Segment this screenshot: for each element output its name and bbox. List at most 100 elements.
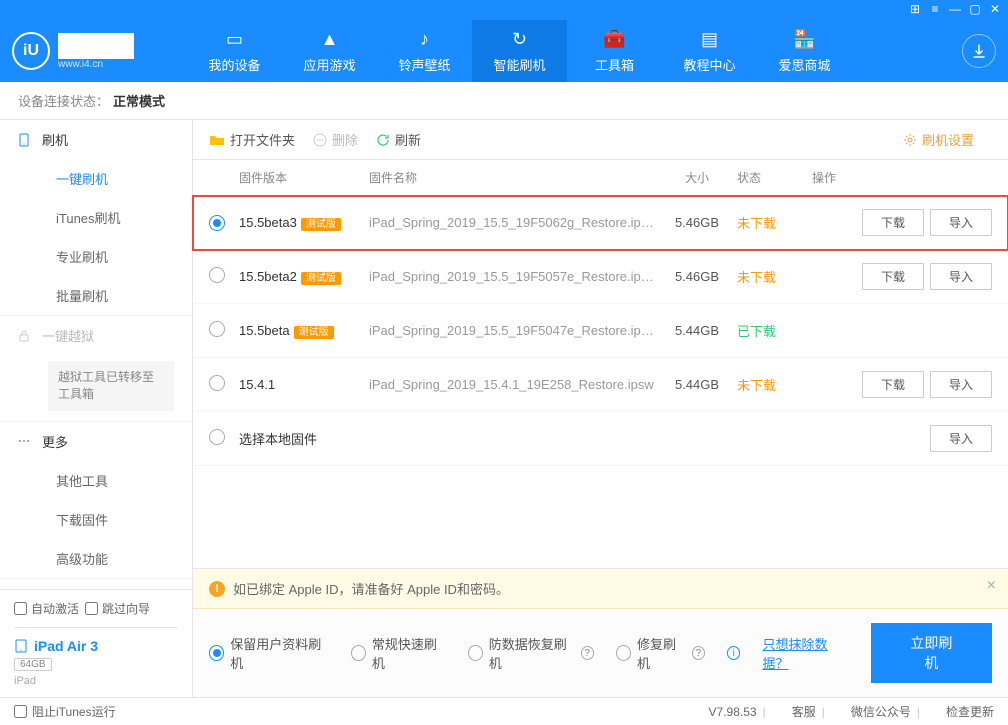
jailbreak-note: 越狱工具已转移至工具箱 bbox=[48, 361, 174, 411]
open-folder-button[interactable]: 打开文件夹 bbox=[209, 130, 295, 149]
sidebar-sub-2[interactable]: 专业刷机 bbox=[0, 237, 192, 276]
nav-tab-5[interactable]: ▤ 教程中心 bbox=[662, 20, 757, 82]
wechat-link[interactable]: 微信公众号 bbox=[851, 703, 911, 720]
maximize-button[interactable]: ▢ bbox=[968, 2, 982, 16]
download-button[interactable]: 下载 bbox=[862, 209, 924, 236]
nav-label: 铃声壁纸 bbox=[398, 55, 450, 74]
row-radio[interactable] bbox=[209, 215, 225, 231]
row-radio[interactable] bbox=[209, 321, 225, 337]
header-status: 状态 bbox=[737, 169, 812, 186]
nav-tab-2[interactable]: ♪ 铃声壁纸 bbox=[377, 20, 472, 82]
nav-label: 应用游戏 bbox=[303, 55, 355, 74]
table-row[interactable]: 15.5beta测试版 iPad_Spring_2019_15.5_19F504… bbox=[193, 304, 1008, 358]
erase-link[interactable]: 只想抹除数据？ bbox=[762, 634, 848, 672]
beta-tag: 测试版 bbox=[294, 326, 334, 339]
option-normal[interactable]: 常规快速刷机 bbox=[351, 634, 446, 672]
titlebar: ⊞ ≡ — ▢ ✕ bbox=[0, 0, 1008, 20]
nav-label: 工具箱 bbox=[595, 55, 634, 74]
options-row: 保留用户资料刷机 常规快速刷机 防数据恢复刷机? 修复刷机? i 只想抹除数据？… bbox=[193, 609, 1008, 697]
device-capacity: 64GB bbox=[14, 658, 52, 671]
close-button[interactable]: ✕ bbox=[988, 2, 1002, 16]
titlebar-grid-icon[interactable]: ⊞ bbox=[908, 2, 922, 16]
notice-bar: ! 如已绑定 Apple ID，请准备好 Apple ID和密码。 × bbox=[193, 569, 1008, 609]
help-icon[interactable]: ? bbox=[692, 646, 705, 660]
status-value: 正常模式 bbox=[113, 91, 165, 110]
header-version: 固件版本 bbox=[239, 169, 369, 186]
bottom-panel: ! 如已绑定 Apple ID，请准备好 Apple ID和密码。 × 保留用户… bbox=[193, 568, 1008, 697]
sidebar-more-1[interactable]: 下载固件 bbox=[0, 500, 192, 539]
version-label: V7.98.53 bbox=[709, 705, 757, 719]
row-radio[interactable] bbox=[209, 267, 225, 283]
download-button[interactable]: 下载 bbox=[862, 371, 924, 398]
option-repair[interactable]: 修复刷机? bbox=[616, 634, 705, 672]
flash-now-button[interactable]: 立即刷机 bbox=[871, 623, 992, 683]
header-action: 操作 bbox=[812, 169, 992, 186]
sidebar: 刷机 一键刷机iTunes刷机专业刷机批量刷机 一键越狱 越狱工具已转移至工具箱… bbox=[0, 120, 193, 697]
status-bar: 设备连接状态： 正常模式 bbox=[0, 82, 1008, 120]
import-button[interactable]: 导入 bbox=[930, 425, 992, 452]
sidebar-sub-3[interactable]: 批量刷机 bbox=[0, 276, 192, 315]
nav-tab-6[interactable]: 🏪 爱思商城 bbox=[757, 20, 852, 82]
option-anti-recovery[interactable]: 防数据恢复刷机? bbox=[468, 634, 594, 672]
notice-text: 如已绑定 Apple ID，请准备好 Apple ID和密码。 bbox=[233, 579, 509, 598]
skip-guide-checkbox[interactable]: 跳过向导 bbox=[85, 600, 150, 617]
toolbar: 打开文件夹 删除 刷新 刷机设置 bbox=[193, 120, 1008, 160]
device-name[interactable]: iPad Air 3 bbox=[14, 638, 178, 654]
sidebar-item-flash[interactable]: 刷机 bbox=[0, 120, 192, 159]
sidebar-footer: 自动激活 跳过向导 iPad Air 3 64GB iPad bbox=[0, 589, 192, 697]
sidebar-more-0[interactable]: 其他工具 bbox=[0, 461, 192, 500]
sidebar-sub-0[interactable]: 一键刷机 bbox=[0, 159, 192, 198]
table-row[interactable]: 15.5beta2测试版 iPad_Spring_2019_15.5_19F50… bbox=[193, 250, 1008, 304]
option-keep-data[interactable]: 保留用户资料刷机 bbox=[209, 634, 329, 672]
nav-label: 教程中心 bbox=[683, 55, 735, 74]
refresh-button[interactable]: 刷新 bbox=[376, 130, 421, 149]
minimize-button[interactable]: — bbox=[948, 2, 962, 16]
info-icon[interactable]: i bbox=[727, 646, 740, 660]
nav-icon: ▤ bbox=[699, 29, 721, 51]
row-radio[interactable] bbox=[209, 429, 225, 445]
nav-label: 爱思商城 bbox=[778, 55, 830, 74]
import-button[interactable]: 导入 bbox=[930, 209, 992, 236]
beta-tag: 测试版 bbox=[301, 272, 341, 285]
nav-icon: 🏪 bbox=[794, 29, 816, 51]
nav-tab-3[interactable]: ↻智能刷机 bbox=[472, 20, 567, 82]
file-name: iPad_Spring_2019_15.4.1_19E258_Restore.i… bbox=[369, 377, 654, 392]
flash-icon bbox=[16, 132, 32, 148]
row-radio[interactable] bbox=[209, 375, 225, 391]
version-text: 15.5beta bbox=[239, 323, 290, 338]
sidebar-more-2[interactable]: 高级功能 bbox=[0, 539, 192, 578]
auto-activate-checkbox[interactable]: 自动激活 bbox=[14, 600, 79, 617]
download-button[interactable]: 下载 bbox=[862, 263, 924, 290]
import-button[interactable]: 导入 bbox=[930, 263, 992, 290]
titlebar-menu-icon[interactable]: ≡ bbox=[928, 2, 942, 16]
nav-tab-4[interactable]: 🧰工具箱 bbox=[567, 20, 662, 82]
sidebar-item-more[interactable]: 更多 bbox=[0, 422, 192, 461]
nav-icon: ♪ bbox=[414, 29, 436, 51]
device-icon bbox=[14, 639, 28, 653]
nav-tab-0[interactable]: ▭我的设备 bbox=[187, 20, 282, 82]
nav-label: 智能刷机 bbox=[493, 55, 545, 74]
notice-close-button[interactable]: × bbox=[987, 577, 996, 595]
check-update-link[interactable]: 检查更新 bbox=[946, 703, 994, 720]
file-size: 5.44GB bbox=[657, 323, 737, 338]
import-button[interactable]: 导入 bbox=[930, 371, 992, 398]
refresh-icon bbox=[376, 133, 390, 147]
fw-settings-button[interactable]: 刷机设置 bbox=[903, 130, 974, 149]
app-name: 爱思助手 bbox=[58, 33, 134, 59]
table-row[interactable]: 15.5beta3测试版 iPad_Spring_2019_15.5_19F50… bbox=[193, 196, 1008, 250]
nav-tab-1[interactable]: ▲应用游戏 bbox=[282, 20, 377, 82]
table-row[interactable]: 选择本地固件 导入 bbox=[193, 412, 1008, 466]
sidebar-item-label: 更多 bbox=[42, 435, 68, 450]
block-itunes-checkbox[interactable]: 阻止iTunes运行 bbox=[14, 703, 116, 720]
support-link[interactable]: 客服 bbox=[792, 703, 816, 720]
help-icon[interactable]: ? bbox=[581, 646, 594, 660]
header-name: 固件名称 bbox=[369, 169, 657, 186]
table-row[interactable]: 15.4.1 iPad_Spring_2019_15.4.1_19E258_Re… bbox=[193, 358, 1008, 412]
sidebar-item-label: 一键越狱 bbox=[42, 329, 94, 344]
sidebar-sub-1[interactable]: iTunes刷机 bbox=[0, 198, 192, 237]
logo[interactable]: iU 爱思助手 www.i4.cn bbox=[12, 32, 167, 70]
version-text: 15.4.1 bbox=[239, 377, 275, 392]
header-download-button[interactable] bbox=[962, 34, 996, 68]
version-text: 15.5beta2 bbox=[239, 269, 297, 284]
device-type: iPad bbox=[14, 675, 178, 687]
